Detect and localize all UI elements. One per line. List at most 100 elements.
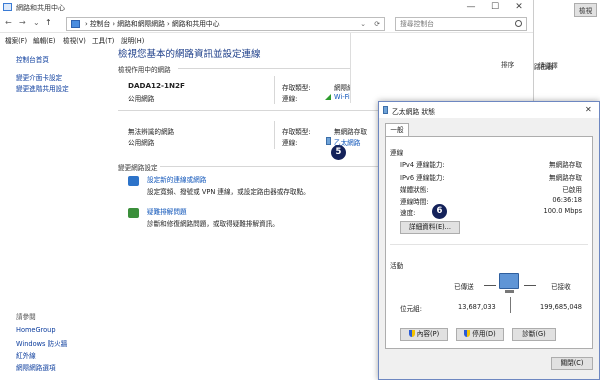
address-input[interactable]: › 控制台 › 網路和網際網路 › 網路和共用中心 ⌄ ⟳ [66,17,385,31]
sent-label: 已傳送 [454,283,474,291]
recent-locations-button[interactable]: ⌄ [33,18,40,27]
dialog-close-icon[interactable]: ✕ [585,105,592,114]
background-window-tab[interactable]: 排序 [501,59,514,69]
network-activity-base [505,290,514,293]
dialog-title-bar: 乙太網路 狀態 ✕ [379,102,599,118]
search-icon [515,20,522,27]
speed-value: 100.0 Mbps [543,207,582,215]
network-activity-icon [499,273,519,289]
sidebar-link-adapter-settings[interactable]: 變更介面卡設定 [16,72,62,82]
window-app-icon [3,3,12,11]
background-window-text: 請選擇 [538,62,558,70]
duration-value: 06:36:18 [552,196,582,204]
menu-file[interactable]: 檔案(F) [5,35,27,45]
maximize-button[interactable]: ☐ [483,0,507,15]
dialog-close-button[interactable]: 關閉(C) [551,357,593,370]
network2-column-divider [274,121,275,149]
bytes-sent-value: 13,687,033 [458,303,496,311]
network2-name: 無法辨識的網路 [128,128,175,136]
speed-label: 速度: [400,209,416,217]
sidebar-link-homegroup[interactable]: HomeGroup [16,326,56,334]
network-separator [118,110,378,111]
ipv4-label: IPv4 連線能力: [400,161,445,169]
uac-shield-icon [464,330,471,337]
active-networks-heading: 檢視作用中的網路 [118,66,171,74]
troubleshoot-desc: 診斷和修復網路問題，或取得疑難排解資訊。 [147,220,279,228]
change-settings-heading: 變更網路設定 [118,164,158,172]
sidebar-link-home[interactable]: 控制台首頁 [16,54,49,64]
dialog-ethernet-icon [383,106,388,114]
activity-heading: 活動 [390,262,404,270]
sidebar-link-firewall[interactable]: Windows 防火牆 [16,338,67,348]
ipv6-value: 無網路存取 [549,174,582,182]
tab-general[interactable]: 一般 [385,123,409,137]
troubleshoot-icon [128,208,139,218]
diagnose-button[interactable]: 診斷(G) [512,328,556,341]
tab-general-panel: 連線 IPv4 連線能力: 無網路存取 IPv6 連線能力: 無網路存取 媒體狀… [385,136,593,349]
search-input[interactable]: 搜尋控制台 [395,17,527,31]
setup-connection-desc: 設定寬頻、撥號或 VPN 連線，或設定路由器或存取點。 [147,188,310,196]
bytes-received-value: 199,685,048 [540,303,582,311]
properties-button-label: 內容(P) [416,330,440,338]
duration-label: 連線時間: [400,198,429,206]
menu-edit[interactable]: 編輯(E) [33,35,56,45]
close-button[interactable]: ✕ [507,0,531,15]
wifi-signal-icon [325,94,331,100]
network1-connection-label: 連線: [282,95,298,103]
change-settings-divider [160,166,378,167]
address-bar-row: ← → ⌄ ↑ › 控制台 › 網路和網際網路 › 網路和共用中心 ⌄ ⟳ 搜尋… [0,15,533,33]
see-also-heading: 請參閱 [16,313,36,321]
background-window: 排序 [350,33,533,103]
properties-button[interactable]: 內容(P) [400,328,448,341]
address-path: › 控制台 › 網路和網際網路 › 網路和共用中心 [85,20,220,28]
bytes-column-divider [510,297,511,313]
refresh-icon[interactable]: ⟳ [374,18,380,30]
search-placeholder: 搜尋控制台 [400,20,434,28]
menu-help[interactable]: 說明(H) [121,35,144,45]
step-badge-5: 5 [331,145,346,160]
disable-button-label: 停用(D) [472,330,496,338]
network-column-divider [274,76,275,104]
background-button[interactable]: 檢視 [574,3,598,17]
disable-button[interactable]: 停用(D) [456,328,504,341]
menu-view[interactable]: 檢視(V) [63,35,86,45]
sidebar-link-internet-options[interactable]: 網際網路選項 [16,362,56,372]
sent-line [484,285,496,286]
control-panel-icon [71,20,80,28]
received-line [524,285,536,286]
section-divider [178,68,378,69]
network1-access-label: 存取類型: [282,84,311,92]
troubleshoot-link[interactable]: 疑難排解問題 [147,206,187,216]
menu-tools[interactable]: 工具(T) [92,35,114,45]
received-label: 已接收 [551,283,571,291]
sidebar-link-advanced-sharing[interactable]: 變更進階共用設定 [16,83,69,93]
network1-name: DADA12-1N2F [128,81,185,90]
ethernet-status-dialog: 乙太網路 狀態 ✕ 一般 連線 IPv4 連線能力: 無網路存取 IPv6 連線… [378,101,600,380]
new-connection-icon [128,176,139,186]
network2-connection-label: 連線: [282,139,298,147]
network2-access-value: 無網路存取 [334,128,367,136]
minimize-button[interactable]: — [459,0,483,15]
up-button[interactable]: ↑ [45,18,52,27]
sidebar: 控制台首頁 變更介面卡設定 變更進階共用設定 請參閱 HomeGroup Win… [0,46,100,380]
title-bar: 網路和共用中心 — ☐ ✕ [0,0,533,15]
network1-type: 公用網路 [128,95,155,103]
window-title: 網路和共用中心 [16,4,65,12]
forward-button[interactable]: → [19,18,26,27]
connection-heading: 連線 [390,149,404,157]
media-state-label: 媒體狀態: [400,186,429,194]
sidebar-link-infrared[interactable]: 紅外線 [16,350,36,360]
dialog-title: 乙太網路 狀態 [392,108,435,116]
address-dropdown-icon[interactable]: ⌄ [360,18,366,30]
setup-connection-link[interactable]: 設定新的連線或網路 [147,174,206,184]
bytes-label: 位元組: [400,305,423,313]
network2-type: 公用網路 [128,139,155,147]
page-title: 檢視您基本的網路資訊並設定連線 [118,49,261,60]
details-button[interactable]: 詳細資料(E)... [400,221,460,234]
back-button[interactable]: ← [5,18,12,27]
uac-shield-icon [408,330,415,337]
step-badge-6: 6 [432,204,447,219]
ethernet-icon [326,137,331,145]
activity-divider [390,244,588,245]
ipv4-value: 無網路存取 [549,161,582,169]
